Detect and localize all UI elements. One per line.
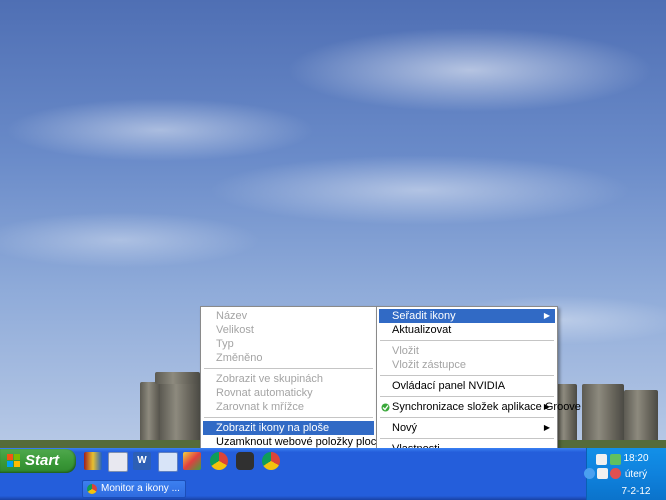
menu-item-aktualizovat[interactable]: Aktualizovat <box>379 323 555 337</box>
chevron-right-icon: ▶ <box>543 423 550 432</box>
menu-item-nazev: Název <box>203 309 374 323</box>
menu-separator <box>380 438 554 439</box>
menu-separator <box>380 417 554 418</box>
clock-day[interactable]: úterý <box>605 469 666 480</box>
menu-item-zarovnat-k-mrizce: Zarovnat k mřížce <box>203 400 374 414</box>
task-label: Monitor a ikony ... <box>101 483 180 494</box>
menu-item-label: Nový <box>392 422 418 434</box>
menu-item-label: Zobrazit ve skupinách <box>216 373 323 385</box>
chevron-right-icon: ▶ <box>543 311 550 320</box>
menu-item-label: Typ <box>216 338 234 350</box>
stone-decoration <box>160 374 200 446</box>
menu-item-label: Zobrazit ikony na ploše <box>216 422 330 434</box>
clock-time[interactable]: 18:20 <box>605 453 666 464</box>
notepad-icon[interactable] <box>158 452 178 472</box>
menu-item-label: Zarovnat k mřížce <box>216 401 305 413</box>
stone-decoration <box>155 372 200 384</box>
menu-item-velikost: Velikost <box>203 323 374 337</box>
menu-item-label: Ovládací panel NVIDIA <box>392 380 506 392</box>
chrome-icon[interactable] <box>262 452 280 470</box>
chrome-icon[interactable] <box>210 452 228 470</box>
menu-item-label: Změněno <box>216 352 263 364</box>
info-icon[interactable] <box>584 468 595 479</box>
arrange-icons-submenu: Název Velikost Typ Změněno Zobrazit ve skupi… <box>200 306 389 466</box>
menu-item-label: Vložit <box>392 345 419 357</box>
menu-item-uzamknout-webove-polozky-plochy[interactable]: Uzamknout webové položky plochy <box>203 435 388 449</box>
menu-item-typ: Typ <box>203 337 374 351</box>
menu-item-ovladaci-panel-nvidia[interactable]: Ovládací panel NVIDIA <box>379 379 555 393</box>
media-icon[interactable] <box>108 452 128 472</box>
menu-item-label: Název <box>216 310 248 322</box>
menu-separator <box>204 368 373 369</box>
chevron-right-icon: ▶ <box>543 402 550 411</box>
word-icon[interactable]: W <box>133 452 151 470</box>
menu-item-seradit-ikony[interactable]: Seřadit ikony ▶ <box>379 309 555 323</box>
stone-decoration <box>582 384 624 446</box>
clock-date[interactable]: 7-2-12 <box>605 486 666 497</box>
menu-item-novy[interactable]: Nový ▶ <box>379 421 555 435</box>
menu-item-zmeneno: Změněno <box>203 351 374 365</box>
stone-decoration <box>624 390 658 446</box>
desktop-context-menu: Seřadit ikony ▶ Aktualizovat Vložit Vložit z… <box>376 306 581 459</box>
menu-item-synchronizace-slozek-aplikace-groove[interactable]: Synchronizace složek aplikace Groove ▶ <box>379 400 581 414</box>
chrome-icon <box>87 484 97 494</box>
paint-icon[interactable] <box>183 452 201 470</box>
windows-flag-icon <box>7 454 20 467</box>
camera-icon[interactable] <box>236 452 254 470</box>
menu-item-rovnat-automaticky: Rovnat automaticky <box>203 386 374 400</box>
menu-item-label: Velikost <box>216 324 254 336</box>
menu-item-zobrazit-ve-skupinach: Zobrazit ve skupinách <box>203 372 374 386</box>
stone-decoration <box>140 382 162 446</box>
start-label: Start <box>25 452 60 469</box>
winrar-icon[interactable] <box>84 452 102 470</box>
menu-separator <box>380 340 554 341</box>
start-button[interactable]: Start <box>0 449 76 473</box>
menu-item-label: Aktualizovat <box>392 324 452 336</box>
menu-item-label: Uzamknout webové položky plochy <box>216 436 388 448</box>
menu-separator <box>204 417 373 418</box>
system-tray: 18:20 úterý 7-2-12 <box>584 448 666 500</box>
taskbar: Start W Monitor a ikony ... 18:20 úterý … <box>0 448 666 500</box>
menu-item-zobrazit-ikony-na-plose[interactable]: Zobrazit ikony na ploše <box>203 421 374 435</box>
menu-item-label: Vložit zástupce <box>392 359 466 371</box>
menu-item-vlozit: Vložit <box>379 344 555 358</box>
menu-separator <box>380 375 554 376</box>
stone-decoration <box>555 384 577 446</box>
menu-item-label: Rovnat automaticky <box>216 387 313 399</box>
groove-icon <box>381 402 390 412</box>
menu-item-vlozit-zastupce: Vložit zástupce <box>379 358 555 372</box>
menu-separator <box>380 396 554 397</box>
menu-item-label: Synchronizace složek aplikace Groove <box>392 401 581 413</box>
task-button-monitor[interactable]: Monitor a ikony ... <box>82 480 186 498</box>
menu-item-label: Seřadit ikony <box>392 310 456 322</box>
